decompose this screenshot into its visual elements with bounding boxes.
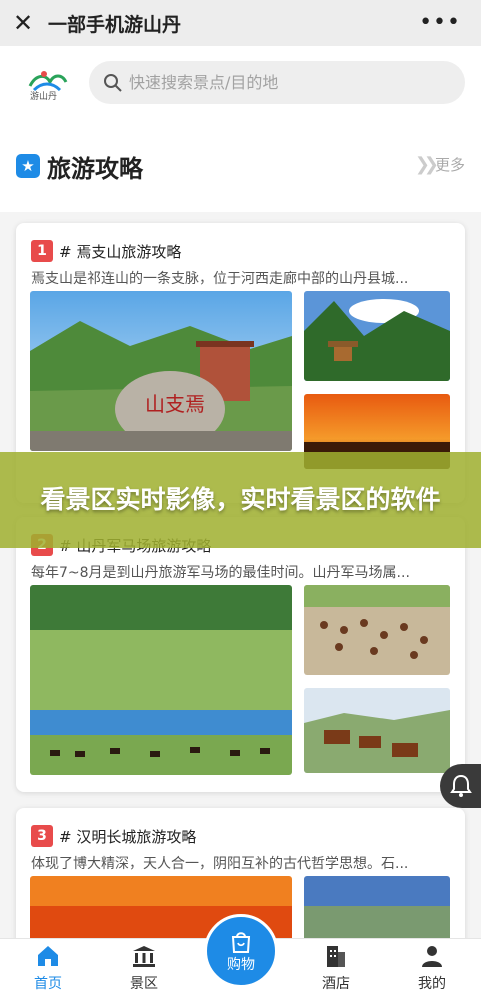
star-bookmark-icon: ★ bbox=[16, 154, 40, 178]
home-icon bbox=[38, 946, 58, 966]
tab-scenic[interactable]: 景区 bbox=[114, 943, 174, 993]
great-wall-landscape-image[interactable] bbox=[304, 876, 450, 946]
stone-inscription: 山支焉 bbox=[145, 392, 205, 416]
header: 游山丹 bbox=[0, 46, 481, 122]
bell-icon[interactable] bbox=[440, 764, 481, 808]
section-title: 旅游攻略 bbox=[47, 155, 143, 183]
app-title: 一部手机游山丹 bbox=[48, 13, 182, 36]
card-description: 体现了博大精深，天人合一，阴阳互补的古代哲学思想。石... bbox=[31, 856, 409, 872]
more-link[interactable]: ❯❯ 更多 bbox=[415, 154, 465, 175]
search-icon bbox=[104, 73, 122, 92]
scenic-icon bbox=[133, 946, 155, 967]
rank-badge: 3 bbox=[31, 825, 53, 847]
tab-label: 购物 bbox=[227, 957, 255, 973]
tab-home[interactable]: 首页 bbox=[18, 943, 78, 993]
logo-text: 游山丹 bbox=[30, 92, 58, 102]
banner-title: 看景区实时影像，实时看景区的软件 bbox=[40, 485, 441, 514]
app-page: ✕ 一部手机游山丹 ••• 游山丹 ★ 旅游攻略 ❯❯ 更多 1 bbox=[0, 0, 481, 1000]
guide-card-2[interactable]: 2 # 山丹军马场旅游攻略 每年7~8月是到山丹旅游军马场的最佳时间。山丹军马场… bbox=[16, 517, 465, 792]
user-icon bbox=[422, 946, 442, 967]
more-label: 更多 bbox=[434, 156, 465, 174]
card-title: # 焉支山旅游攻略 bbox=[59, 242, 182, 261]
title-banner: 看景区实时影像，实时看景区的软件 bbox=[0, 452, 481, 548]
hotel-icon bbox=[327, 946, 345, 967]
card-description: 焉支山是祁连山的一条支脉，位于河西走廊中部的山丹县城... bbox=[31, 271, 409, 287]
tab-label: 首页 bbox=[34, 976, 62, 992]
search-input[interactable] bbox=[129, 73, 429, 92]
close-icon[interactable]: ✕ bbox=[0, 0, 46, 46]
double-chevron-icon: ❯❯ bbox=[414, 154, 439, 175]
horse-ranch-lake-image[interactable] bbox=[30, 585, 292, 775]
rank-badge: 1 bbox=[31, 240, 53, 262]
yanzhi-stone-image[interactable]: 山支焉 bbox=[30, 291, 292, 451]
tab-label: 酒店 bbox=[322, 976, 350, 992]
search-bar[interactable] bbox=[89, 61, 465, 104]
card-title: # 汉明长城旅游攻略 bbox=[59, 827, 197, 846]
tab-label: 我的 bbox=[418, 976, 446, 992]
horses-grassland-image[interactable] bbox=[304, 688, 450, 773]
notification-bell-glyph bbox=[450, 774, 472, 797]
horse-herd-image[interactable] bbox=[304, 585, 450, 675]
card-header: 1 # 焉支山旅游攻略 bbox=[31, 240, 181, 262]
tab-shopping[interactable]: 购物 bbox=[204, 914, 278, 988]
card-description: 每年7~8月是到山丹旅游军马场的最佳时间。山丹军马场属... bbox=[31, 565, 410, 581]
title-bar: ✕ 一部手机游山丹 ••• bbox=[0, 0, 481, 46]
guide-section-header: ★ 旅游攻略 ❯❯ 更多 bbox=[0, 122, 481, 212]
card-header: 3 # 汉明长城旅游攻略 bbox=[31, 825, 196, 847]
tab-hotel[interactable]: 酒店 bbox=[306, 943, 366, 993]
tab-mine[interactable]: 我的 bbox=[402, 943, 462, 993]
pavilion-forest-image[interactable] bbox=[304, 291, 450, 381]
shopping-bag-icon bbox=[231, 932, 251, 953]
more-dots-icon[interactable]: ••• bbox=[419, 10, 461, 35]
tab-label: 景区 bbox=[130, 976, 158, 992]
